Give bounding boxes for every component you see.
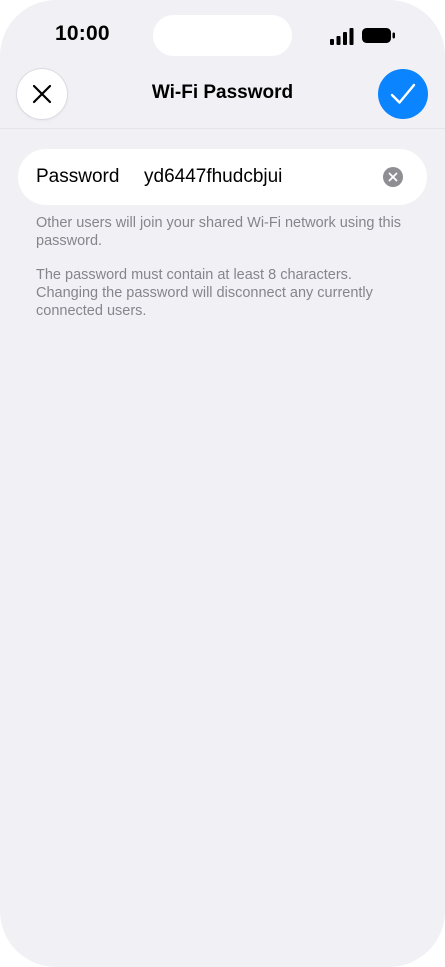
status-bar: 10:00 — [0, 0, 445, 70]
dynamic-island — [153, 15, 292, 56]
page-title: Wi-Fi Password — [151, 82, 294, 103]
shared-network-footnote: Other users will join your shared Wi-Fi … — [36, 215, 402, 249]
close-button[interactable] — [17, 69, 67, 119]
done-button[interactable] — [378, 69, 428, 119]
close-icon — [32, 84, 52, 104]
navigation-bar: Wi-Fi Password — [0, 64, 445, 129]
signal-icon — [330, 28, 354, 45]
password-label: Password — [36, 166, 120, 187]
clear-icon — [388, 172, 398, 182]
password-requirement-footnote: The password must contain at least 8 cha… — [36, 267, 373, 319]
clear-text-button[interactable] — [383, 167, 403, 187]
checkmark-icon — [390, 83, 416, 104]
password-field-row: Password — [18, 149, 427, 205]
battery-icon — [362, 28, 395, 43]
status-time: 10:00 — [55, 22, 110, 45]
phone-screen: 10:00 Wi-Fi Password Password yd6447fhud… — [0, 0, 445, 967]
password-input[interactable] — [144, 161, 374, 193]
